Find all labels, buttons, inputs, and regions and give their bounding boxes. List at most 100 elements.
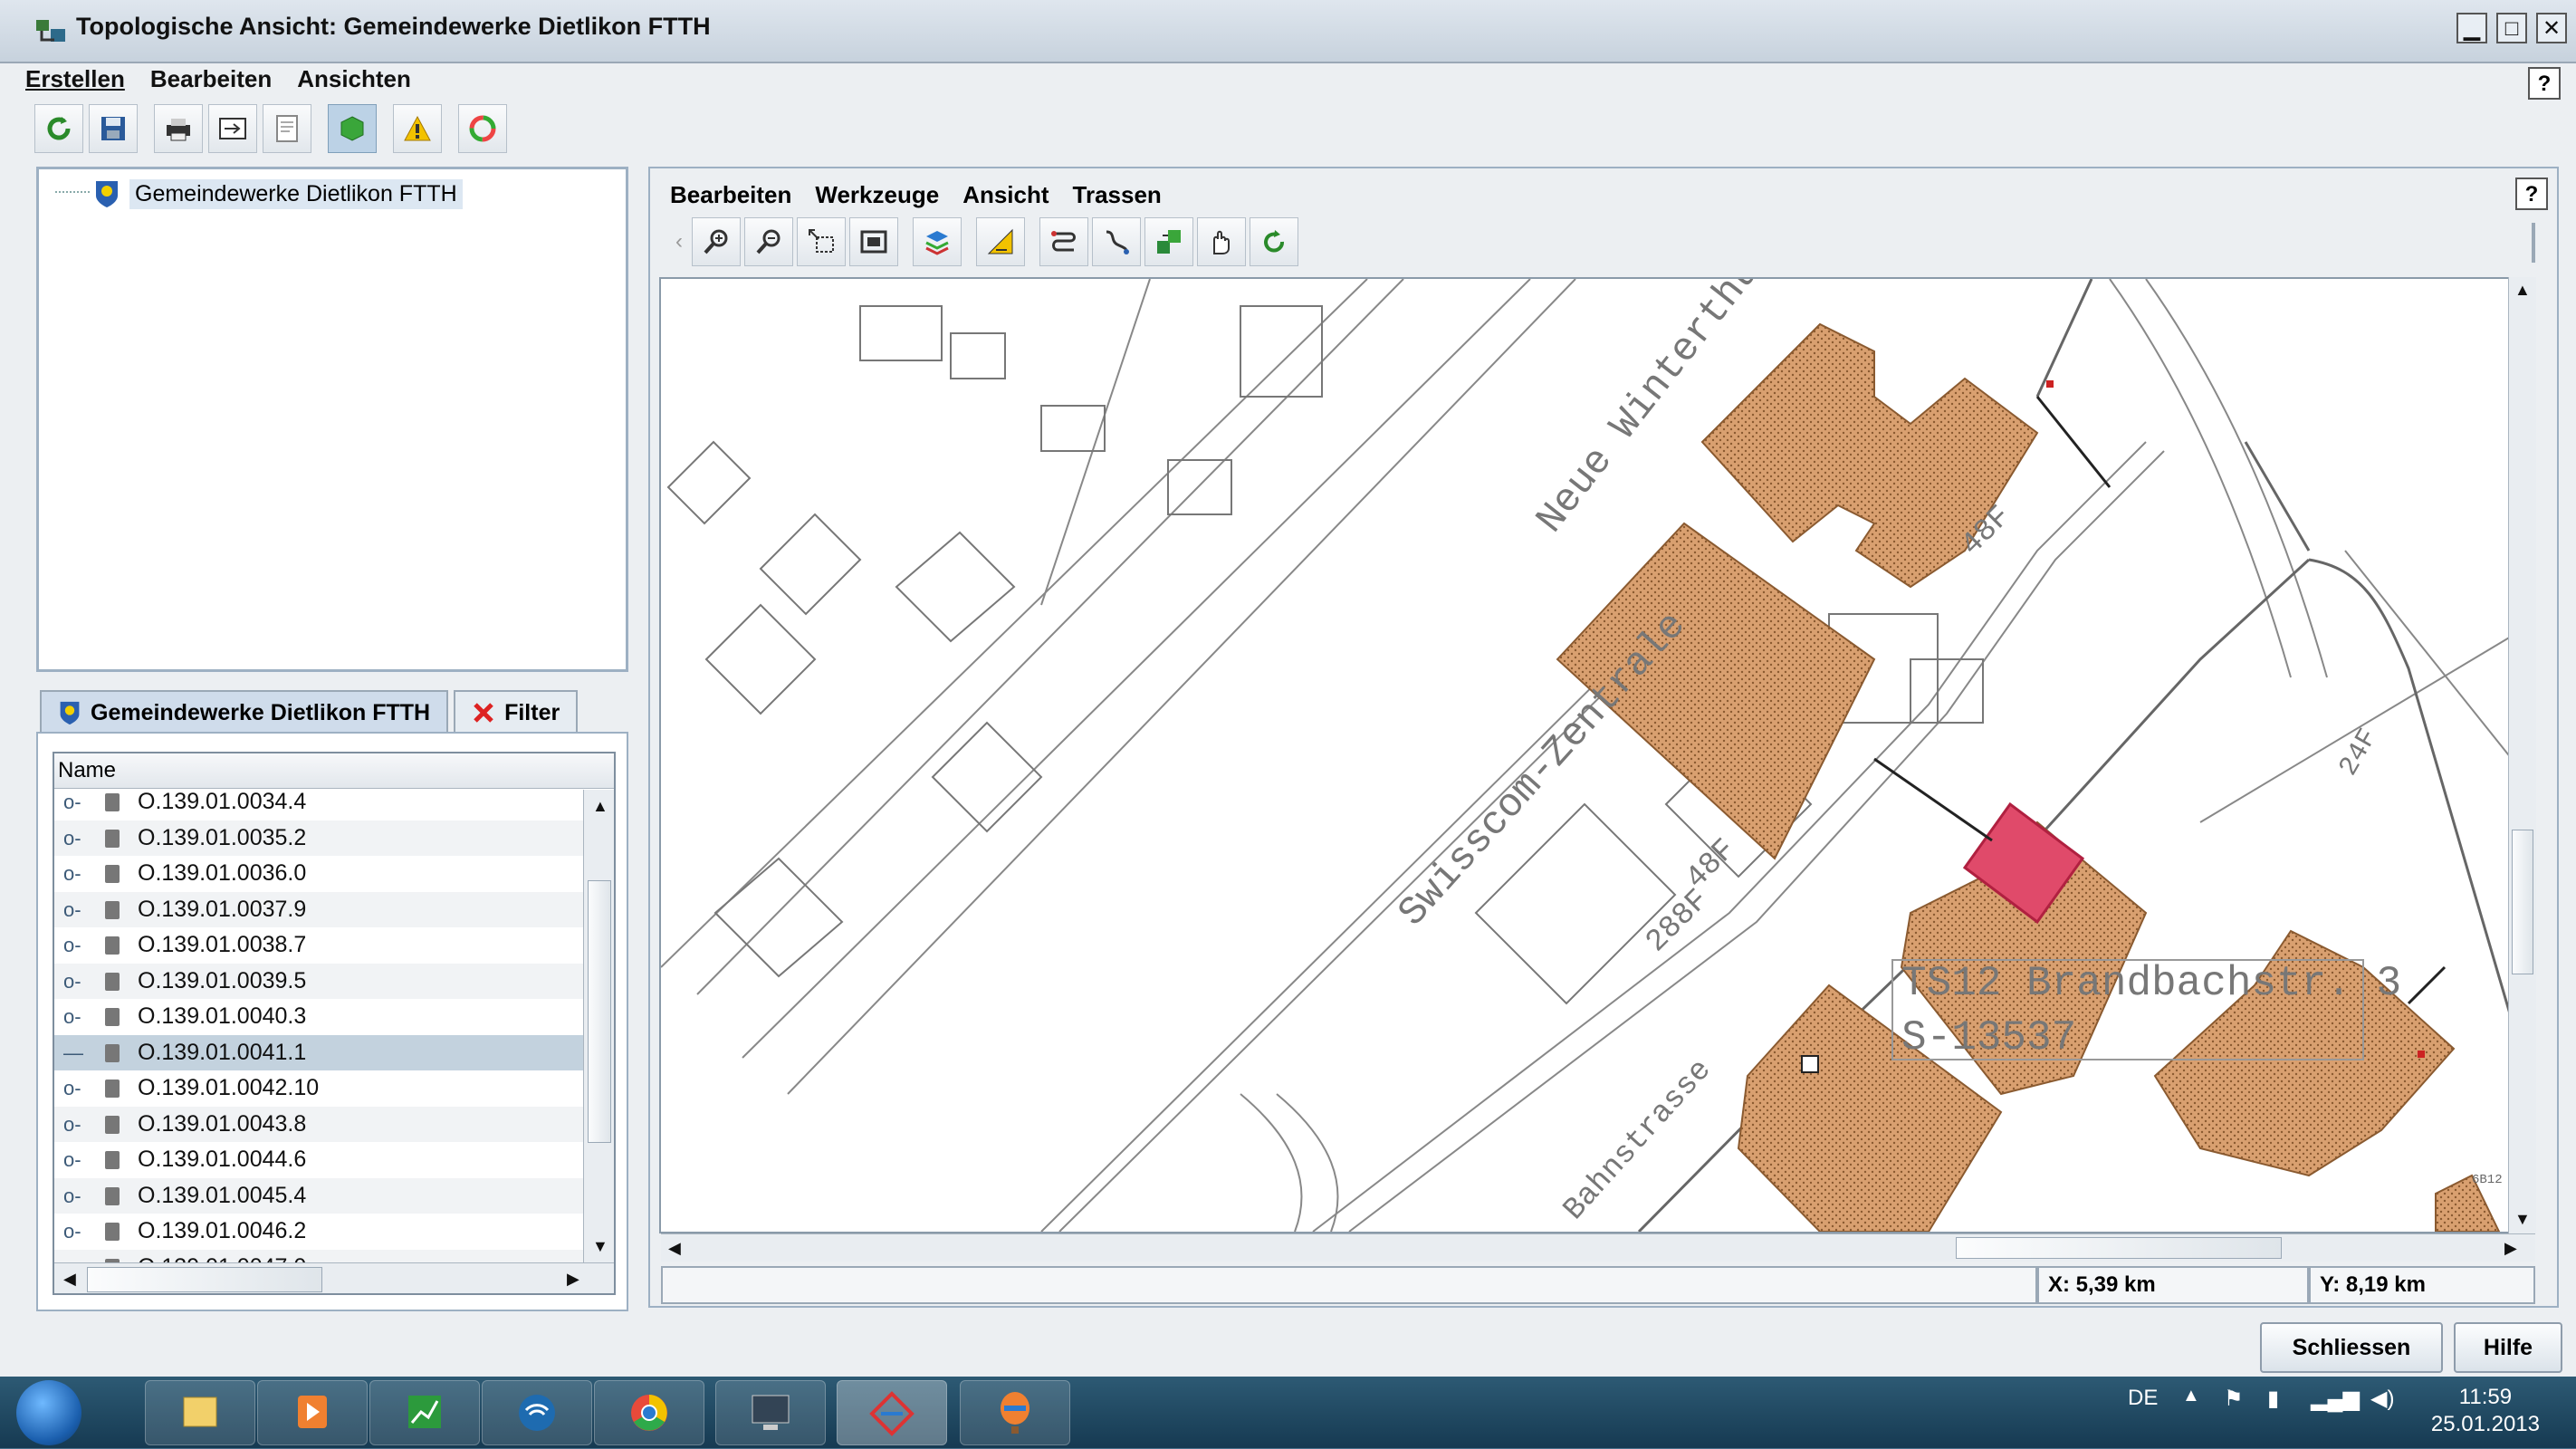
flag-icon[interactable]: ⚑ <box>2224 1386 2244 1412</box>
save-button[interactable] <box>89 104 138 153</box>
menu-erstellen[interactable]: Erstellen <box>25 65 125 101</box>
map-scroll-right[interactable]: ▶ <box>2504 1239 2517 1258</box>
language-indicator[interactable]: DE <box>2128 1386 2158 1411</box>
start-button[interactable] <box>16 1380 81 1445</box>
scroll-left-arrow[interactable]: ◀ <box>63 1270 76 1289</box>
list-item[interactable]: o- O.139.01.0046.2 <box>54 1214 583 1250</box>
scroll-right-arrow[interactable]: ▶ <box>567 1270 579 1289</box>
zoom-window-button[interactable] <box>797 217 846 266</box>
warning-icon <box>404 115 431 141</box>
maximize-button[interactable]: □ <box>2496 13 2527 43</box>
page-setup-button[interactable] <box>263 104 311 153</box>
refresh-button[interactable] <box>34 104 83 153</box>
expand-icon[interactable]: o- <box>63 820 81 856</box>
list-item[interactable]: o- O.139.01.0037.9 <box>54 891 583 927</box>
list-scroll-thumb[interactable] <box>588 880 611 1143</box>
close-window-button[interactable]: ✕ <box>2536 13 2567 43</box>
route-button[interactable] <box>1039 217 1088 266</box>
taskbar-network[interactable] <box>482 1380 592 1445</box>
taskbar-chrome[interactable] <box>594 1380 704 1445</box>
monitor-icon <box>752 1395 790 1430</box>
map-menu-trassen[interactable]: Trassen <box>1073 181 1162 209</box>
signal-icon[interactable]: ▂▄▆ <box>2311 1386 2360 1412</box>
zoom-extent-button[interactable] <box>849 217 898 266</box>
export-button[interactable] <box>208 104 257 153</box>
map-scroll-left[interactable]: ◀ <box>668 1239 681 1258</box>
map-hscroll-thumb[interactable] <box>1956 1237 2282 1259</box>
map-layer-button[interactable] <box>913 217 962 266</box>
tab-gemeindewerke[interactable]: Gemeindewerke Dietlikon FTTH <box>40 690 449 734</box>
tree-item-root[interactable]: Gemeindewerke Dietlikon FTTH <box>93 178 463 209</box>
list-item[interactable]: o- O.139.01.0035.2 <box>54 820 583 856</box>
expand-icon[interactable]: o- <box>63 1178 81 1214</box>
taskbar-gis-app[interactable] <box>837 1380 947 1445</box>
expand-icon[interactable]: o- <box>63 892 81 927</box>
scroll-up-arrow[interactable]: ▲ <box>592 797 608 816</box>
expand-icon[interactable]: o- <box>63 856 81 891</box>
map-menu-ansicht[interactable]: Ansicht <box>962 181 1049 209</box>
pan-button[interactable] <box>1197 217 1246 266</box>
list-item[interactable]: o- O.139.01.0042.10 <box>54 1070 583 1107</box>
map-scroll-down[interactable]: ▼ <box>2514 1210 2531 1229</box>
map-vscroll-thumb[interactable] <box>2512 830 2533 974</box>
rotate-button[interactable] <box>1250 217 1298 266</box>
list-item[interactable]: o- O.139.01.0040.3 <box>54 999 583 1035</box>
map-vertical-scrollbar[interactable]: ▲ ▼ <box>2508 277 2536 1233</box>
minimize-button[interactable]: ▁ <box>2456 13 2487 43</box>
zoom-in-button[interactable] <box>692 217 741 266</box>
list-item[interactable]: o- O.139.01.0036.0 <box>54 856 583 892</box>
connect-button[interactable] <box>1092 217 1141 266</box>
expand-icon[interactable]: o- <box>63 999 81 1034</box>
list-vertical-scrollbar[interactable]: ▲ ▼ <box>583 790 614 1262</box>
expand-icon[interactable]: o- <box>63 1142 81 1177</box>
warning-button[interactable] <box>393 104 442 153</box>
list-item[interactable]: o- O.139.01.0044.6 <box>54 1142 583 1178</box>
network-button[interactable] <box>1144 217 1193 266</box>
map-scroll-up[interactable]: ▲ <box>2514 281 2531 300</box>
tray-expand-icon[interactable]: ▲ <box>2182 1386 2200 1406</box>
expand-icon[interactable]: o- <box>63 784 81 820</box>
tab-filter[interactable]: Filter <box>454 690 579 734</box>
taskbar-remote[interactable] <box>715 1380 826 1445</box>
power-icon[interactable]: ▮ <box>2267 1386 2279 1412</box>
print-button[interactable] <box>154 104 203 153</box>
list-item[interactable]: — O.139.01.0041.1 <box>54 1034 583 1070</box>
expand-icon[interactable]: — <box>63 1035 83 1070</box>
expand-icon[interactable]: o- <box>63 1214 81 1249</box>
expand-icon[interactable]: o- <box>63 1107 81 1142</box>
map-menu-bearbeiten[interactable]: Bearbeiten <box>670 181 791 209</box>
clock[interactable]: 11:59 25.01.2013 <box>2431 1384 2540 1438</box>
taskbar-finance[interactable] <box>369 1380 480 1445</box>
taskbar-explorer[interactable] <box>145 1380 255 1445</box>
map-canvas[interactable]: Neue Winterthur Swisscom-Zentrale Bahnst… <box>659 277 2535 1233</box>
help-button[interactable]: Hilfe <box>2454 1322 2562 1373</box>
help-question-button[interactable]: ? <box>2528 67 2561 100</box>
list-hscroll-thumb[interactable] <box>87 1267 322 1292</box>
topology-view-button[interactable] <box>328 104 377 153</box>
color-button[interactable] <box>458 104 507 153</box>
list-horizontal-scrollbar[interactable]: ◀ ▶ <box>54 1262 614 1293</box>
list-item[interactable]: o- O.139.01.0045.4 <box>54 1177 583 1214</box>
menu-ansichten[interactable]: Ansichten <box>297 65 411 101</box>
measure-button[interactable] <box>976 217 1025 266</box>
gis-app-icon <box>869 1391 915 1436</box>
list-item[interactable]: o- O.139.01.0039.5 <box>54 963 583 999</box>
expand-icon[interactable]: o- <box>63 1070 81 1106</box>
list-item[interactable]: o- O.139.01.0038.7 <box>54 927 583 964</box>
map-menu-werkzeuge[interactable]: Werkzeuge <box>815 181 939 209</box>
taskbar-balloon[interactable] <box>960 1380 1070 1445</box>
scroll-down-arrow[interactable]: ▼ <box>592 1237 608 1256</box>
expand-icon[interactable]: o- <box>63 964 81 999</box>
close-button[interactable]: Schliessen <box>2260 1322 2443 1373</box>
volume-icon[interactable]: ◀) <box>2370 1386 2394 1412</box>
taskbar-media[interactable] <box>257 1380 368 1445</box>
map-help-button[interactable]: ? <box>2515 178 2548 210</box>
toolbar-scroll-left[interactable]: ‹ <box>670 217 688 266</box>
menu-bearbeiten[interactable]: Bearbeiten <box>150 65 272 101</box>
list-item[interactable]: o- O.139.01.0043.8 <box>54 1106 583 1142</box>
list-item[interactable]: o- O.139.01.0034.4 <box>54 784 583 820</box>
zoom-out-button[interactable] <box>744 217 793 266</box>
expand-icon[interactable]: o- <box>63 927 81 963</box>
map-drawing[interactable]: Neue Winterthur Swisscom-Zentrale Bahnst… <box>661 279 2533 1232</box>
map-horizontal-scrollbar[interactable]: ◀ ▶ <box>661 1233 2535 1262</box>
